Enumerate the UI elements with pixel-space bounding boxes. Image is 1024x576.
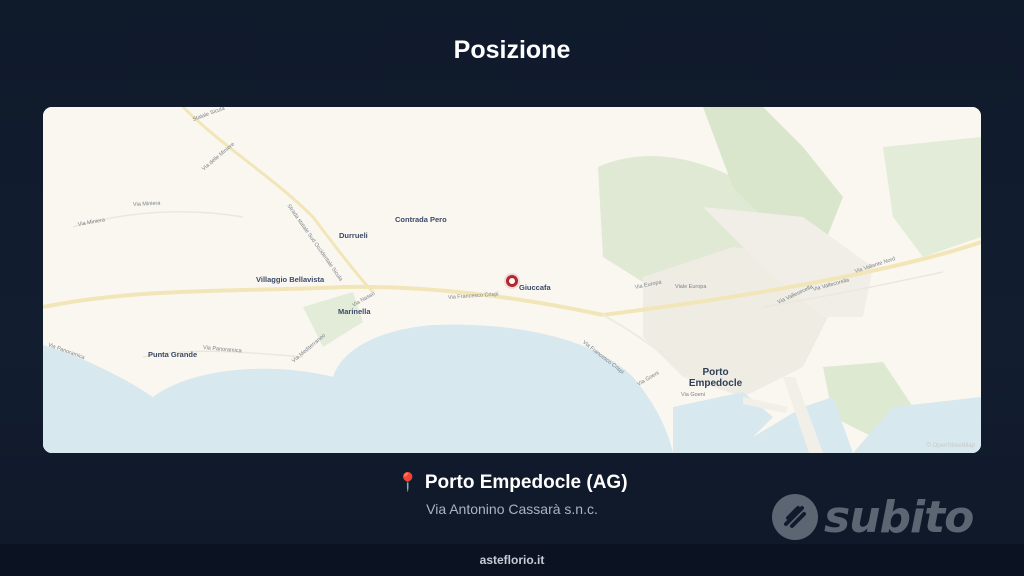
place-label: Contrada Pero <box>395 215 447 224</box>
map[interactable]: Durrueli Contrada Pero Villaggio Bellavi… <box>43 107 981 453</box>
subito-logo: subito <box>772 490 982 544</box>
place-label: Punta Grande <box>148 350 198 359</box>
road-label: Viale Europa <box>675 284 707 290</box>
pin-icon: 📍 <box>396 472 419 492</box>
footer: asteflorio.it <box>0 544 1024 576</box>
subito-logo-text: subito <box>824 491 974 543</box>
town-label: Porto Empedocle <box>688 367 743 389</box>
location-marker-icon[interactable] <box>504 273 520 289</box>
location-name: Porto Empedocle (AG) <box>424 472 628 493</box>
place-label: Giuccafa <box>519 283 551 292</box>
footer-site-link[interactable]: asteflorio.it <box>480 553 545 567</box>
place-label: Durrueli <box>339 231 368 240</box>
subito-logo-icon <box>772 494 818 540</box>
map-attribution[interactable]: © OpenStreetMap <box>927 443 975 449</box>
road-label: Via Goeni <box>681 392 706 398</box>
place-label: Villaggio Bellavista <box>256 275 325 284</box>
page-title: Posizione <box>453 36 571 64</box>
